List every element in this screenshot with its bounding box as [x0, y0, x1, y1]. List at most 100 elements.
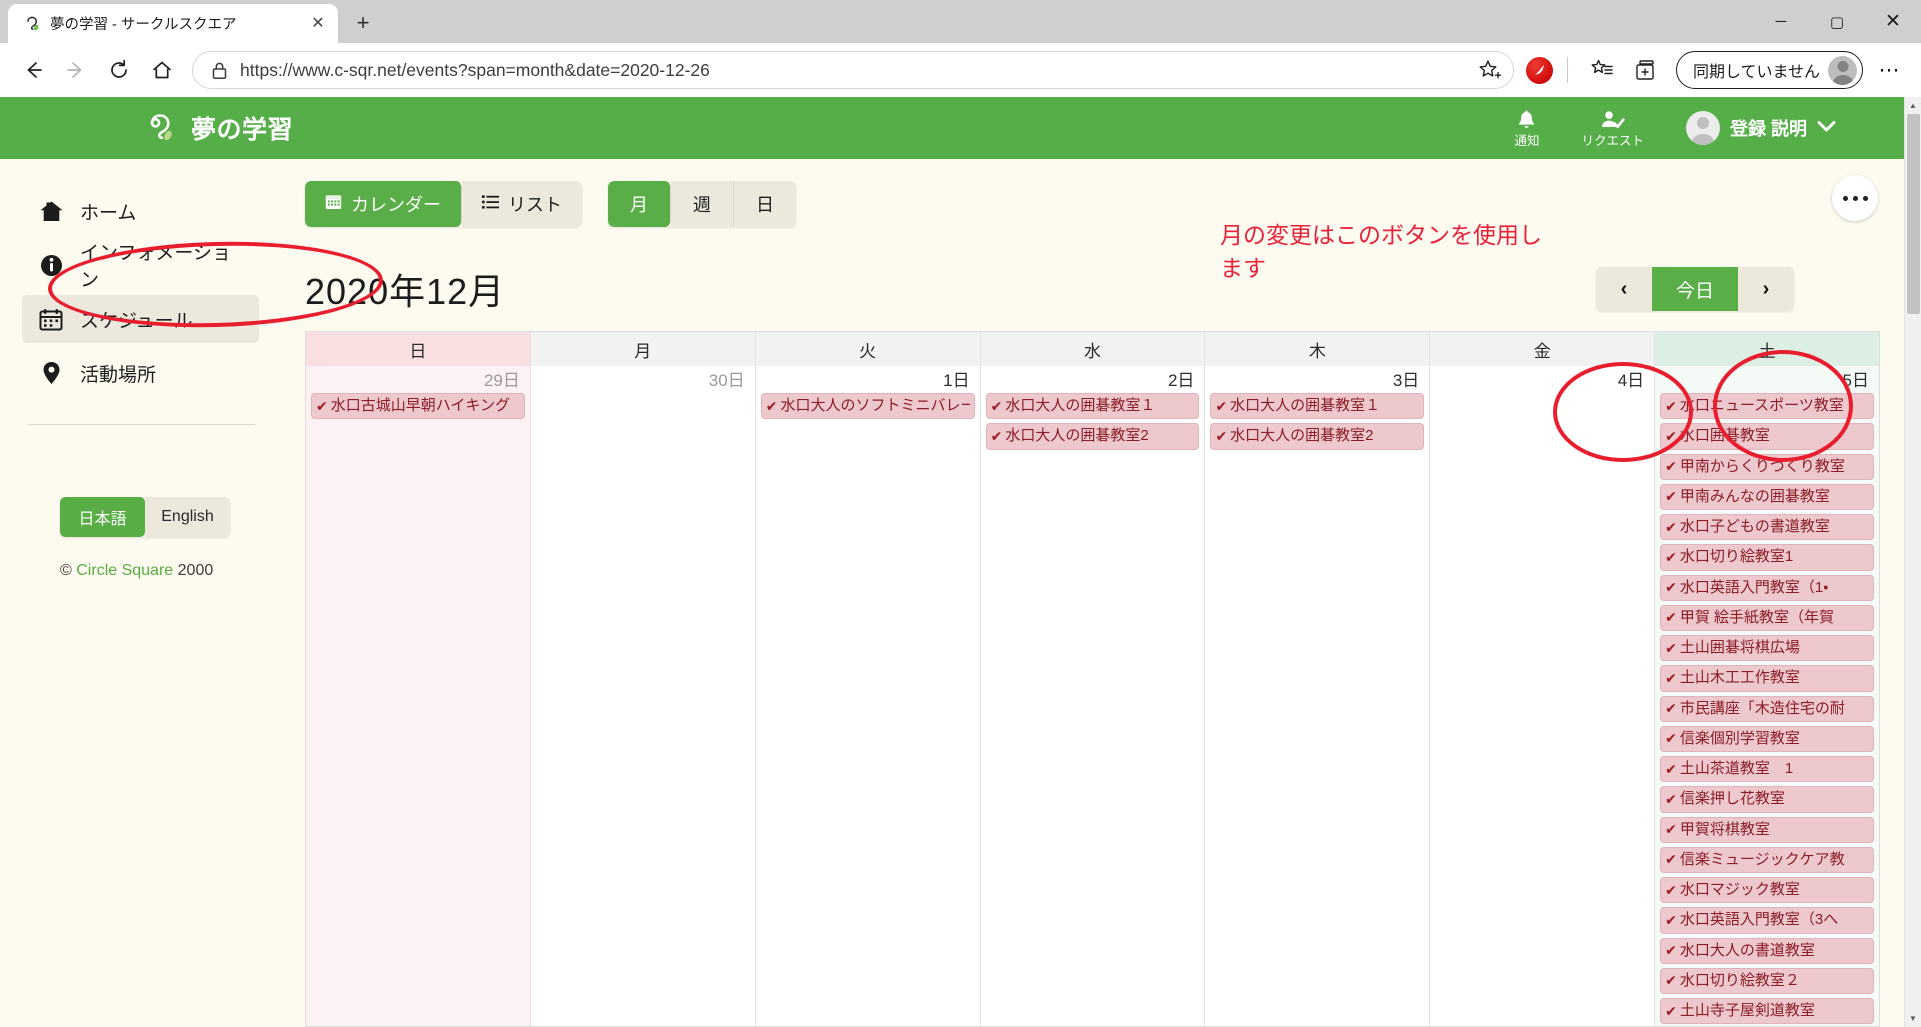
- check-icon: ✔: [1215, 427, 1228, 444]
- favorites-icon[interactable]: [1582, 50, 1623, 91]
- calendar-day-cell-thursday[interactable]: 3日 ✔ 水口大人の囲碁教室１ ✔ 水口大人の囲碁教室2: [1205, 366, 1431, 1026]
- extension-icon[interactable]: [1525, 56, 1553, 84]
- tab-list-view[interactable]: リスト: [462, 181, 582, 227]
- sidebar-item-home[interactable]: ホーム: [22, 187, 259, 235]
- calendar-event[interactable]: ✔ 水口大人の書道教室: [1660, 937, 1875, 964]
- calendar-event-title: 甲賀 絵手紙教室（年賀: [1679, 608, 1835, 626]
- calendar-event[interactable]: ✔ 甲賀将棋教室: [1660, 816, 1875, 843]
- day-number: 4日: [1617, 371, 1645, 390]
- calendar-day-cell-sunday[interactable]: 29日 ✔ 水口古城山早朝ハイキング: [306, 366, 531, 1026]
- calendar-event[interactable]: ✔ 水口大人の囲碁教室１: [985, 393, 1200, 420]
- next-month-button[interactable]: ›: [1738, 267, 1794, 311]
- site-brand[interactable]: 夢の学習: [143, 110, 293, 146]
- calendar-event[interactable]: ✔ 土山囲碁将棋広場: [1660, 635, 1875, 662]
- calendar-event[interactable]: ✔ 信楽押し花教室: [1660, 786, 1875, 813]
- notifications-label: 通知: [1514, 134, 1540, 149]
- calendar-event-title: 水口大人のソフトミニバレー: [780, 397, 970, 414]
- home-button[interactable]: [141, 50, 182, 91]
- calendar-event[interactable]: ✔ 市民講座「木造住宅の耐: [1660, 695, 1875, 722]
- dot-icon: [1842, 195, 1848, 201]
- copyright-mark: ©: [60, 562, 72, 579]
- check-icon: ✔: [1665, 790, 1677, 807]
- calendar-event[interactable]: ✔ 土山寺子屋剣道教室: [1660, 998, 1875, 1025]
- new-tab-button[interactable]: +: [346, 6, 380, 40]
- span-week-button[interactable]: 週: [671, 181, 734, 227]
- calendar-day-cell-tuesday[interactable]: 1日 ✔ 水口大人のソフトミニバレー: [755, 366, 981, 1026]
- sidebar-item-locations[interactable]: 活動場所: [22, 349, 259, 397]
- notifications-button[interactable]: 通知: [1514, 108, 1539, 148]
- prev-month-button[interactable]: ‹: [1595, 267, 1652, 311]
- back-button[interactable]: [12, 50, 53, 91]
- sidebar-item-information[interactable]: インフォメーション: [22, 241, 259, 291]
- calendar-event[interactable]: ✔ 水口英語入門教室（1・: [1660, 574, 1875, 601]
- add-favorite-icon[interactable]: [1478, 59, 1501, 82]
- calendar-event[interactable]: ✔ 水口囲碁教室: [1660, 423, 1875, 450]
- calendar-event-title: 水口英語入門教室（3へ: [1679, 911, 1839, 929]
- scroll-down-arrow-icon[interactable]: ▼: [1905, 1010, 1921, 1027]
- calendar-event[interactable]: ✔ 甲南みんなの囲碁教室: [1660, 483, 1875, 510]
- dot-icon: [1862, 195, 1868, 201]
- maximize-button[interactable]: ▢: [1809, 0, 1865, 43]
- tab-title: 夢の学習 - サークルスクエア: [50, 17, 237, 33]
- calendar-event[interactable]: ✔ 水口マジック教室: [1660, 877, 1875, 904]
- collections-icon[interactable]: [1625, 50, 1666, 91]
- day-number: 29日: [483, 371, 520, 390]
- span-day-button[interactable]: 日: [734, 181, 796, 227]
- scroll-up-arrow-icon[interactable]: ▲: [1905, 97, 1921, 114]
- site-favicon-icon: [22, 14, 41, 33]
- span-month-button[interactable]: 月: [608, 181, 671, 227]
- day-header-monday: 月: [530, 332, 756, 366]
- calendar-event[interactable]: ✔ 水口英語入門教室（3へ: [1660, 907, 1875, 934]
- site-logo-icon: [143, 111, 177, 145]
- language-japanese-button[interactable]: 日本語: [60, 497, 145, 537]
- user-menu-button[interactable]: 登録 説明: [1685, 111, 1836, 145]
- calendar-event[interactable]: ✔ 水口ニュースポーツ教室: [1660, 393, 1875, 420]
- calendar-event[interactable]: ✔ 水口大人の囲碁教室１: [1210, 393, 1425, 420]
- calendar-event-title: 水口切り絵教室２: [1679, 971, 1800, 989]
- more-options-button[interactable]: [1832, 175, 1878, 221]
- calendar-event[interactable]: ✔ 水口大人の囲碁教室2: [1210, 423, 1425, 450]
- calendar-day-cell-wednesday[interactable]: 2日 ✔ 水口大人の囲碁教室１ ✔ 水口大人の囲碁教室2: [980, 366, 1206, 1026]
- calendar-event[interactable]: ✔ 水口切り絵教室1: [1660, 544, 1875, 571]
- calendar-event[interactable]: ✔ 甲南からくりづくり教室: [1660, 453, 1875, 480]
- calendar-event-title: 土山囲碁将棋広場: [1679, 639, 1800, 656]
- check-icon: ✔: [1665, 639, 1677, 656]
- dot-icon: [1852, 195, 1858, 201]
- calendar-event[interactable]: ✔ 水口切り絵教室２: [1660, 967, 1875, 994]
- forward-button[interactable]: [55, 50, 96, 91]
- calendar-event-title: 水口大人の書道教室: [1679, 941, 1815, 959]
- profile-button[interactable]: 同期していません: [1675, 51, 1863, 89]
- page-scrollbar[interactable]: ▲ ▼: [1904, 97, 1921, 1027]
- calendar-day-cell-monday[interactable]: 30日: [530, 366, 756, 1026]
- browser-tab[interactable]: 夢の学習 - サークルスクエア ✕: [8, 4, 338, 43]
- annotation-note: 月の変更はこのボタンを使用します: [1220, 222, 1542, 282]
- close-window-button[interactable]: ✕: [1865, 0, 1921, 43]
- calendar-day-columns: 29日 ✔ 水口古城山早朝ハイキング 30日 1日 ✔ 水口大人のソフトミニバレー 2日 ✔ 水口…: [306, 366, 1880, 1026]
- today-button[interactable]: 今日: [1651, 267, 1738, 311]
- calendar-event-title: 信楽押し花教室: [1679, 790, 1785, 808]
- calendar-event[interactable]: ✔ 土山木工工作教室: [1660, 665, 1875, 692]
- calendar-event[interactable]: ✔ 水口大人の囲碁教室2: [985, 423, 1200, 450]
- address-bar[interactable]: https://www.c-sqr.net/events?span=month&…: [192, 51, 1514, 89]
- calendar-event[interactable]: ✔ 土山茶道教室 1: [1660, 756, 1875, 783]
- requests-button[interactable]: リクエスト: [1581, 108, 1644, 148]
- sidebar-item-schedule[interactable]: スケジュール: [22, 295, 259, 343]
- calendar-event[interactable]: ✔ 水口大人のソフトミニバレー: [760, 393, 975, 420]
- calendar-event[interactable]: ✔ 水口子どもの書道教室: [1660, 514, 1875, 541]
- calendar-event[interactable]: ✔ 信楽個別学習教室: [1660, 725, 1875, 752]
- scrollbar-thumb[interactable]: [1907, 114, 1920, 314]
- tab-close-icon[interactable]: ✕: [306, 12, 330, 36]
- calendar-event-title: 市民講座「木造住宅の耐: [1679, 699, 1845, 717]
- browser-settings-menu-icon[interactable]: ⋯: [1869, 50, 1909, 90]
- language-english-button[interactable]: English: [145, 497, 230, 537]
- minimize-button[interactable]: ─: [1753, 0, 1809, 43]
- reload-button[interactable]: [98, 50, 139, 91]
- check-icon: ✔: [1665, 821, 1677, 838]
- calendar-event[interactable]: ✔ 甲賀 絵手紙教室（年賀: [1660, 604, 1875, 631]
- tab-calendar-view[interactable]: カレンダー: [305, 181, 462, 227]
- calendar-event[interactable]: ✔ 信楽ミュージックケア教: [1660, 846, 1875, 873]
- calendar-day-cell-saturday[interactable]: 5日 ✔ 水口ニュースポーツ教室 ✔ 水口囲碁教室 ✔ 甲南からくりづくり教室 ✔ 甲南みんなの…: [1655, 366, 1880, 1026]
- check-icon: ✔: [1665, 972, 1677, 989]
- calendar-event[interactable]: ✔ 水口古城山早朝ハイキング: [311, 393, 525, 420]
- calendar-day-cell-friday[interactable]: 4日: [1430, 366, 1656, 1026]
